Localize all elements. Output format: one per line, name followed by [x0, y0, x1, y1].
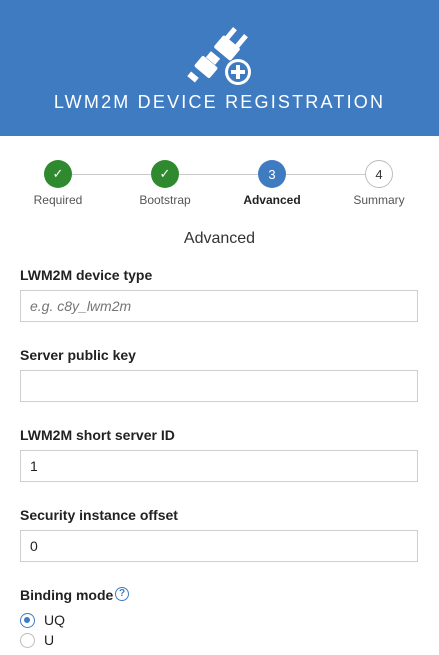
page-title: LWM2M DEVICE REGISTRATION	[53, 92, 386, 112]
step-number: 4	[365, 160, 393, 188]
device-type-label: LWM2M device type	[20, 267, 153, 283]
wizard-stepper: ✓ Required ✓ Bootstrap 3 Advanced 4 Summ…	[0, 136, 439, 216]
question-circle-icon[interactable]: ?	[115, 587, 129, 601]
server-public-key-input[interactable]	[20, 370, 418, 402]
short-server-id-label: LWM2M short server ID	[20, 427, 175, 443]
device-type-input[interactable]	[20, 290, 418, 322]
short-server-id-input[interactable]: 1	[20, 450, 418, 482]
step-label: Advanced	[243, 193, 301, 207]
stepper-connector	[72, 174, 151, 175]
plug-plus-icon	[187, 27, 251, 85]
check-icon: ✓	[44, 160, 72, 188]
server-public-key-label: Server public key	[20, 347, 136, 363]
radio-button[interactable]	[20, 632, 35, 648]
step-number: 3	[258, 160, 286, 188]
check-icon: ✓	[151, 160, 179, 188]
step-label: Required	[33, 193, 83, 207]
step-label: Bootstrap	[139, 193, 191, 207]
stepper-connector	[179, 174, 258, 175]
radio-label: U	[44, 632, 55, 648]
step-label: Summary	[353, 193, 405, 207]
binding-option-uq[interactable]: UQ	[20, 611, 65, 629]
section-title: Advanced	[183, 230, 256, 247]
binding-option-u[interactable]: U	[20, 631, 54, 649]
security-instance-offset-input[interactable]: 0	[20, 530, 418, 562]
radio-button[interactable]	[20, 612, 35, 628]
stepper-connector	[286, 174, 365, 175]
binding-mode-label: Binding mode	[20, 587, 114, 603]
radio-label: UQ	[44, 612, 65, 628]
security-instance-offset-label: Security instance offset	[20, 507, 178, 523]
header: LWM2M DEVICE REGISTRATION	[0, 0, 439, 136]
